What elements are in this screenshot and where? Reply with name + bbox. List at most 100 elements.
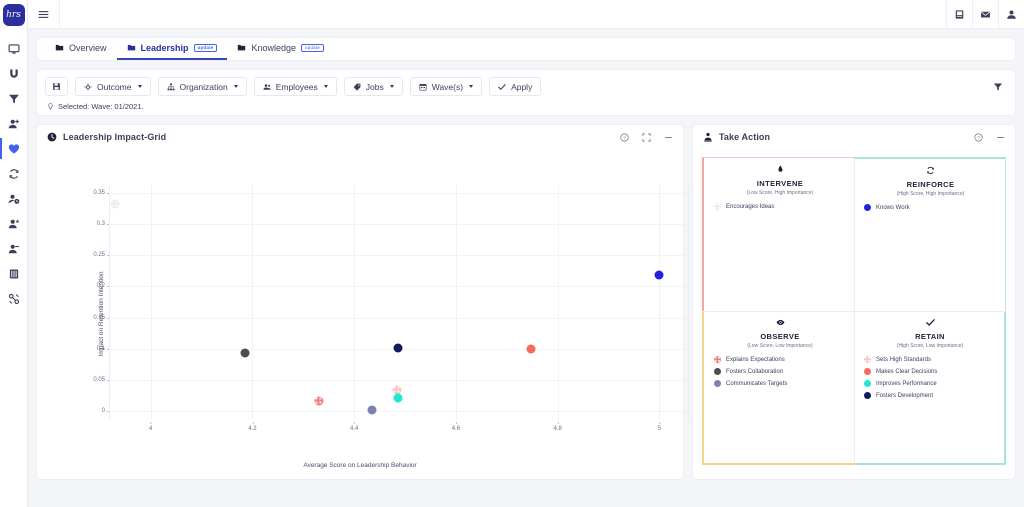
scatter-point[interactable]	[527, 344, 536, 353]
legend-marker	[864, 204, 871, 211]
legend-item[interactable]: Improves Performance	[864, 380, 996, 387]
legend-marker	[714, 368, 721, 375]
y-axis-tick: 0	[102, 408, 105, 414]
legend-label: Encourages Ideas	[726, 204, 774, 210]
quadrant-title: INTERVENE	[714, 179, 846, 188]
quadrant-subtitle: (Low Score, Low Importance)	[714, 343, 846, 349]
tag-icon	[353, 83, 361, 91]
selected-wave-status: Selected: Wave: 01/2021.	[45, 102, 1007, 111]
quadrant-item-list: Knows Work	[864, 204, 997, 211]
wave-s-button[interactable]: Wave(s)	[410, 77, 482, 96]
x-gridline	[151, 185, 152, 419]
help-circle-icon[interactable]: ?	[618, 131, 630, 143]
rail-item-dashboard[interactable]	[0, 36, 28, 61]
rail-item-onboard[interactable]	[0, 111, 28, 136]
book-icon[interactable]	[946, 0, 972, 29]
tab-label: Knowledge	[251, 43, 296, 53]
legend-item[interactable]: Makes Clear Decisions	[864, 368, 996, 375]
x-axis-tick: 4.4	[350, 426, 358, 432]
plot-area: 00.050.10.150.20.250.30.3544.24.44.64.85	[109, 185, 689, 419]
scatter-point[interactable]	[368, 406, 377, 415]
legend-label: Makes Clear Decisions	[876, 369, 937, 375]
page-content: OverviewLeadershipupdateKnowledgeupdate …	[28, 29, 1024, 507]
scatter-point[interactable]	[394, 393, 403, 402]
quadrant-subtitle: (High Score, High Importance)	[864, 191, 997, 197]
scatter-point[interactable]	[314, 397, 323, 406]
legend-marker	[864, 356, 871, 363]
clock-icon	[46, 131, 58, 143]
button-label: Outcome	[97, 82, 132, 92]
rail-item-attract[interactable]	[0, 61, 28, 86]
legend-item[interactable]: Fosters Collaboration	[714, 368, 846, 375]
rail-item-settings[interactable]	[0, 286, 28, 311]
tab-overview[interactable]: Overview	[45, 38, 117, 60]
heart-icon	[8, 143, 20, 155]
y-axis-tick: 0.3	[97, 221, 105, 227]
legend-item[interactable]: Fosters Development	[864, 392, 996, 399]
x-gridline	[558, 185, 559, 419]
collapse-minus-icon[interactable]	[662, 131, 674, 143]
calendar-icon	[419, 83, 427, 91]
check-icon	[864, 318, 996, 329]
scatter-point[interactable]	[394, 343, 403, 352]
rail-item-time[interactable]	[0, 186, 28, 211]
scatter-point[interactable]	[111, 199, 120, 208]
save-icon	[52, 82, 61, 91]
chevron-down-icon	[390, 85, 394, 88]
button-label: Apply	[511, 82, 532, 92]
expand-icon[interactable]	[640, 131, 652, 143]
apply-button[interactable]: Apply	[489, 77, 541, 96]
x-gridline	[354, 185, 355, 419]
hamburger-menu-icon[interactable]	[28, 0, 60, 29]
jobs-button[interactable]: Jobs	[344, 77, 403, 96]
x-gridline	[456, 185, 457, 419]
legend-marker	[864, 368, 871, 375]
quadrant-title: OBSERVE	[714, 332, 846, 341]
employees-button[interactable]: Employees	[254, 77, 337, 96]
collapse-minus-icon[interactable]	[994, 131, 1006, 143]
y-axis-tick: 0.25	[93, 252, 105, 258]
rail-item-list	[0, 36, 28, 311]
help-circle-icon[interactable]: ?	[972, 131, 984, 143]
button-label: Employees	[276, 82, 318, 92]
scatter-plot: Impact on Retention Intention Average Sc…	[37, 149, 683, 479]
magnet-icon	[8, 68, 20, 80]
tab-knowledge[interactable]: Knowledgeupdate	[227, 38, 334, 60]
top-bar	[28, 0, 1024, 29]
legend-label: Communicates Targets	[726, 381, 787, 387]
legend-marker	[714, 203, 721, 210]
user-star-icon	[8, 218, 20, 230]
outcome-button[interactable]: Outcome	[75, 77, 151, 96]
user-account-icon[interactable]	[998, 0, 1024, 29]
scatter-point[interactable]	[655, 271, 664, 280]
quadrant-title: REINFORCE	[864, 180, 997, 189]
envelope-icon[interactable]	[972, 0, 998, 29]
rail-item-library[interactable]	[0, 261, 28, 286]
legend-item[interactable]: Communicates Targets	[714, 380, 846, 387]
legend-item[interactable]: Encourages Ideas	[714, 203, 846, 210]
action-quadrants: INTERVENE(Low Score, High Importance)Enc…	[702, 157, 1006, 465]
legend-item[interactable]: Knows Work	[864, 204, 997, 211]
selected-wave-text: Selected: Wave: 01/2021.	[58, 102, 144, 111]
eye-icon	[714, 318, 846, 329]
app-logo[interactable]: hrs	[3, 4, 25, 26]
scatter-point[interactable]	[240, 349, 249, 358]
legend-item[interactable]: Explains Expectations	[714, 356, 846, 363]
y-gridline	[110, 255, 688, 256]
rail-item-engage[interactable]	[0, 136, 28, 161]
rail-item-funnel[interactable]	[0, 86, 28, 111]
tab-leadership[interactable]: Leadershipupdate	[117, 38, 228, 60]
x-axis-tick: 4.8	[554, 426, 562, 432]
rail-item-exit[interactable]	[0, 236, 28, 261]
rail-item-retain[interactable]	[0, 161, 28, 186]
save-filter-button[interactable]	[45, 77, 68, 96]
main-row: Leadership Impact-Grid ? Impact on Reten…	[36, 124, 1016, 480]
filter-icon[interactable]	[988, 77, 1007, 96]
x-axis-tick: 4.6	[452, 426, 460, 432]
legend-item[interactable]: Sets High Standards	[864, 356, 996, 363]
chevron-down-icon	[324, 85, 328, 88]
rail-item-performance[interactable]	[0, 211, 28, 236]
organization-button[interactable]: Organization	[158, 77, 247, 96]
y-gridline	[110, 224, 688, 225]
folder-icon	[127, 43, 136, 54]
